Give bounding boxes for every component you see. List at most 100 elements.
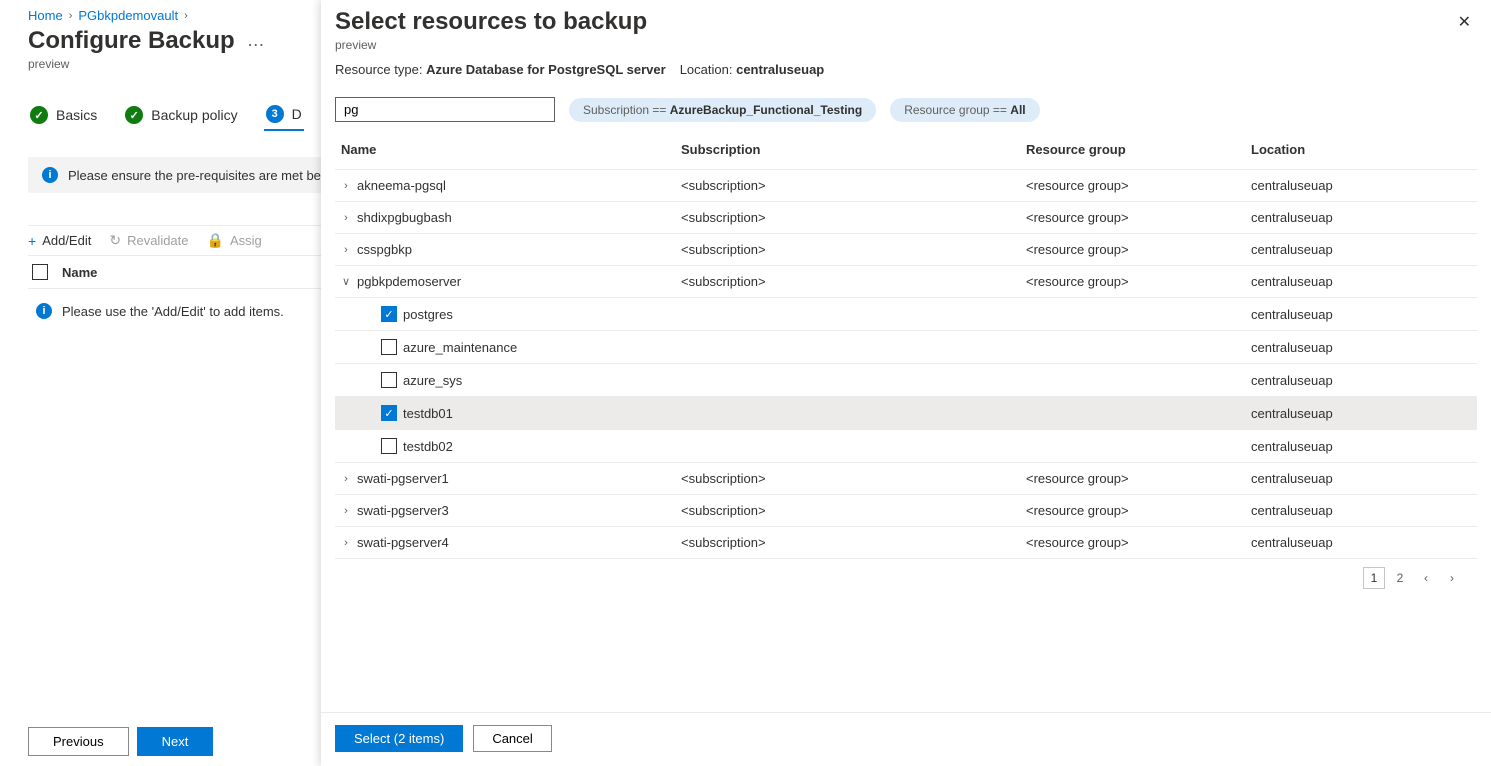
step-datasource[interactable]: 3 D (264, 99, 304, 131)
cancel-button[interactable]: Cancel (473, 725, 551, 752)
row-resource-group: <resource group> (1020, 527, 1245, 559)
close-button[interactable]: ✕ (1458, 12, 1471, 32)
row-location: centraluseuap (1245, 527, 1477, 559)
database-row[interactable]: ✓ postgres centraluseuap (335, 298, 1477, 331)
database-row[interactable]: ✓testdb01centraluseuap (335, 397, 1477, 430)
checkbox[interactable] (381, 372, 397, 388)
step-policy[interactable]: ✓ Backup policy (123, 100, 239, 130)
row-subscription: <subscription> (675, 170, 1020, 202)
row-subscription (675, 397, 1020, 430)
more-icon[interactable]: … (247, 30, 266, 55)
row-name: akneema-pgsql (357, 178, 446, 193)
col-subscription[interactable]: Subscription (675, 130, 1020, 170)
next-button[interactable]: Next (137, 727, 214, 756)
info-text: Please ensure the pre-requisites are met… (68, 168, 321, 183)
checkbox[interactable] (381, 438, 397, 454)
chevron-down-icon[interactable]: ∨ (341, 275, 351, 288)
revalidate-button[interactable]: ↻ Revalidate (109, 232, 188, 249)
server-row[interactable]: › shdixpgbugbash <subscription><resource g… (335, 202, 1477, 234)
subscription-filter[interactable]: Subscription == AzureBackup_Functional_T… (569, 98, 876, 122)
row-resource-group: <resource group> (1020, 463, 1245, 495)
row-subscription (675, 430, 1020, 463)
refresh-icon: ↻ (109, 232, 121, 249)
assign-button[interactable]: 🔒 Assig (207, 232, 262, 249)
step-basics[interactable]: ✓ Basics (28, 100, 99, 130)
row-subscription: <subscription> (675, 202, 1020, 234)
server-row[interactable]: ›swati-pgserver3<subscription><resource … (335, 495, 1477, 527)
col-location[interactable]: Location (1245, 130, 1477, 170)
row-resource-group: <resource group> (1020, 234, 1245, 266)
row-location: centraluseuap (1245, 331, 1477, 364)
chevron-right-icon[interactable]: › (341, 537, 351, 549)
pagination: 1 2 ‹ › (335, 559, 1477, 589)
resource-group-filter[interactable]: Resource group == All (890, 98, 1039, 122)
col-rg[interactable]: Resource group (1020, 130, 1245, 170)
row-resource-group: <resource group> (1020, 170, 1245, 202)
col-name[interactable]: Name (335, 130, 675, 170)
chevron-right-icon[interactable]: › (341, 244, 351, 256)
checkbox[interactable] (381, 339, 397, 355)
lock-icon: 🔒 (207, 232, 224, 249)
row-location: centraluseuap (1245, 495, 1477, 527)
server-row[interactable]: ›csspgbkp<subscription><resource group>c… (335, 234, 1477, 266)
row-name: testdb01 (403, 406, 453, 421)
row-resource-group (1020, 331, 1245, 364)
chevron-right-icon[interactable]: › (341, 212, 351, 224)
step-label: Backup policy (151, 107, 237, 123)
server-row[interactable]: ∨pgbkpdemoserver<subscription><resource … (335, 266, 1477, 298)
breadcrumb-vault[interactable]: PGbkpdemovault (78, 8, 178, 23)
breadcrumb-home[interactable]: Home (28, 8, 63, 23)
add-edit-button[interactable]: + Add/Edit (28, 233, 91, 249)
row-location: centraluseuap (1245, 234, 1477, 266)
chevron-right-icon[interactable]: › (341, 505, 351, 517)
row-name: azure_sys (403, 373, 462, 388)
row-resource-group (1020, 364, 1245, 397)
page-prev[interactable]: ‹ (1415, 567, 1437, 589)
checkbox[interactable]: ✓ (381, 405, 397, 421)
chevron-left-icon: ‹ (1424, 571, 1428, 585)
server-row[interactable]: ›swati-pgserver1<subscription><resource … (335, 463, 1477, 495)
row-location: centraluseuap (1245, 202, 1477, 234)
select-all-checkbox[interactable] (32, 264, 48, 280)
database-row[interactable]: azure_syscentraluseuap (335, 364, 1477, 397)
filter-rg-value: All (1010, 103, 1025, 117)
database-row[interactable]: testdb02centraluseuap (335, 430, 1477, 463)
assign-label: Assig (230, 233, 262, 248)
check-icon: ✓ (125, 106, 143, 124)
page-title: Configure Backup (28, 27, 235, 55)
row-location: centraluseuap (1245, 170, 1477, 202)
chevron-right-icon: › (69, 10, 73, 22)
database-row[interactable]: azure_maintenance centraluseuap (335, 331, 1477, 364)
revalidate-label: Revalidate (127, 233, 188, 248)
panel-title: Select resources to backup (335, 8, 1463, 36)
select-button[interactable]: Select (2 items) (335, 725, 463, 752)
previous-button[interactable]: Previous (28, 727, 129, 756)
row-resource-group (1020, 397, 1245, 430)
row-name: swati-pgserver4 (357, 535, 449, 550)
select-resources-panel: Select resources to backup ✕ preview Res… (321, 0, 1491, 766)
page-1[interactable]: 1 (1363, 567, 1385, 589)
chevron-right-icon[interactable]: › (341, 473, 351, 485)
page-2[interactable]: 2 (1389, 567, 1411, 589)
checkbox[interactable]: ✓ (381, 306, 397, 322)
step-label: Basics (56, 107, 97, 123)
row-subscription: <subscription> (675, 495, 1020, 527)
search-input[interactable] (335, 97, 555, 122)
location-label: Location: (680, 62, 733, 77)
row-resource-group: <resource group> (1020, 266, 1245, 298)
server-row[interactable]: ›swati-pgserver4<subscription><resource … (335, 527, 1477, 559)
row-name: shdixpgbugbash (357, 210, 452, 225)
chevron-right-icon: › (1450, 571, 1454, 585)
row-location: centraluseuap (1245, 298, 1477, 331)
server-row[interactable]: › akneema-pgsql <subscription><resource gr… (335, 170, 1477, 202)
row-resource-group: <resource group> (1020, 202, 1245, 234)
check-icon: ✓ (30, 106, 48, 124)
row-subscription (675, 331, 1020, 364)
row-resource-group (1020, 430, 1245, 463)
row-name: azure_maintenance (403, 340, 517, 355)
row-name: pgbkpdemoserver (357, 274, 461, 289)
chevron-right-icon[interactable]: › (341, 180, 351, 192)
empty-hint-text: Please use the 'Add/Edit' to add items. (62, 304, 284, 319)
page-next[interactable]: › (1441, 567, 1463, 589)
row-name: postgres (403, 307, 453, 322)
